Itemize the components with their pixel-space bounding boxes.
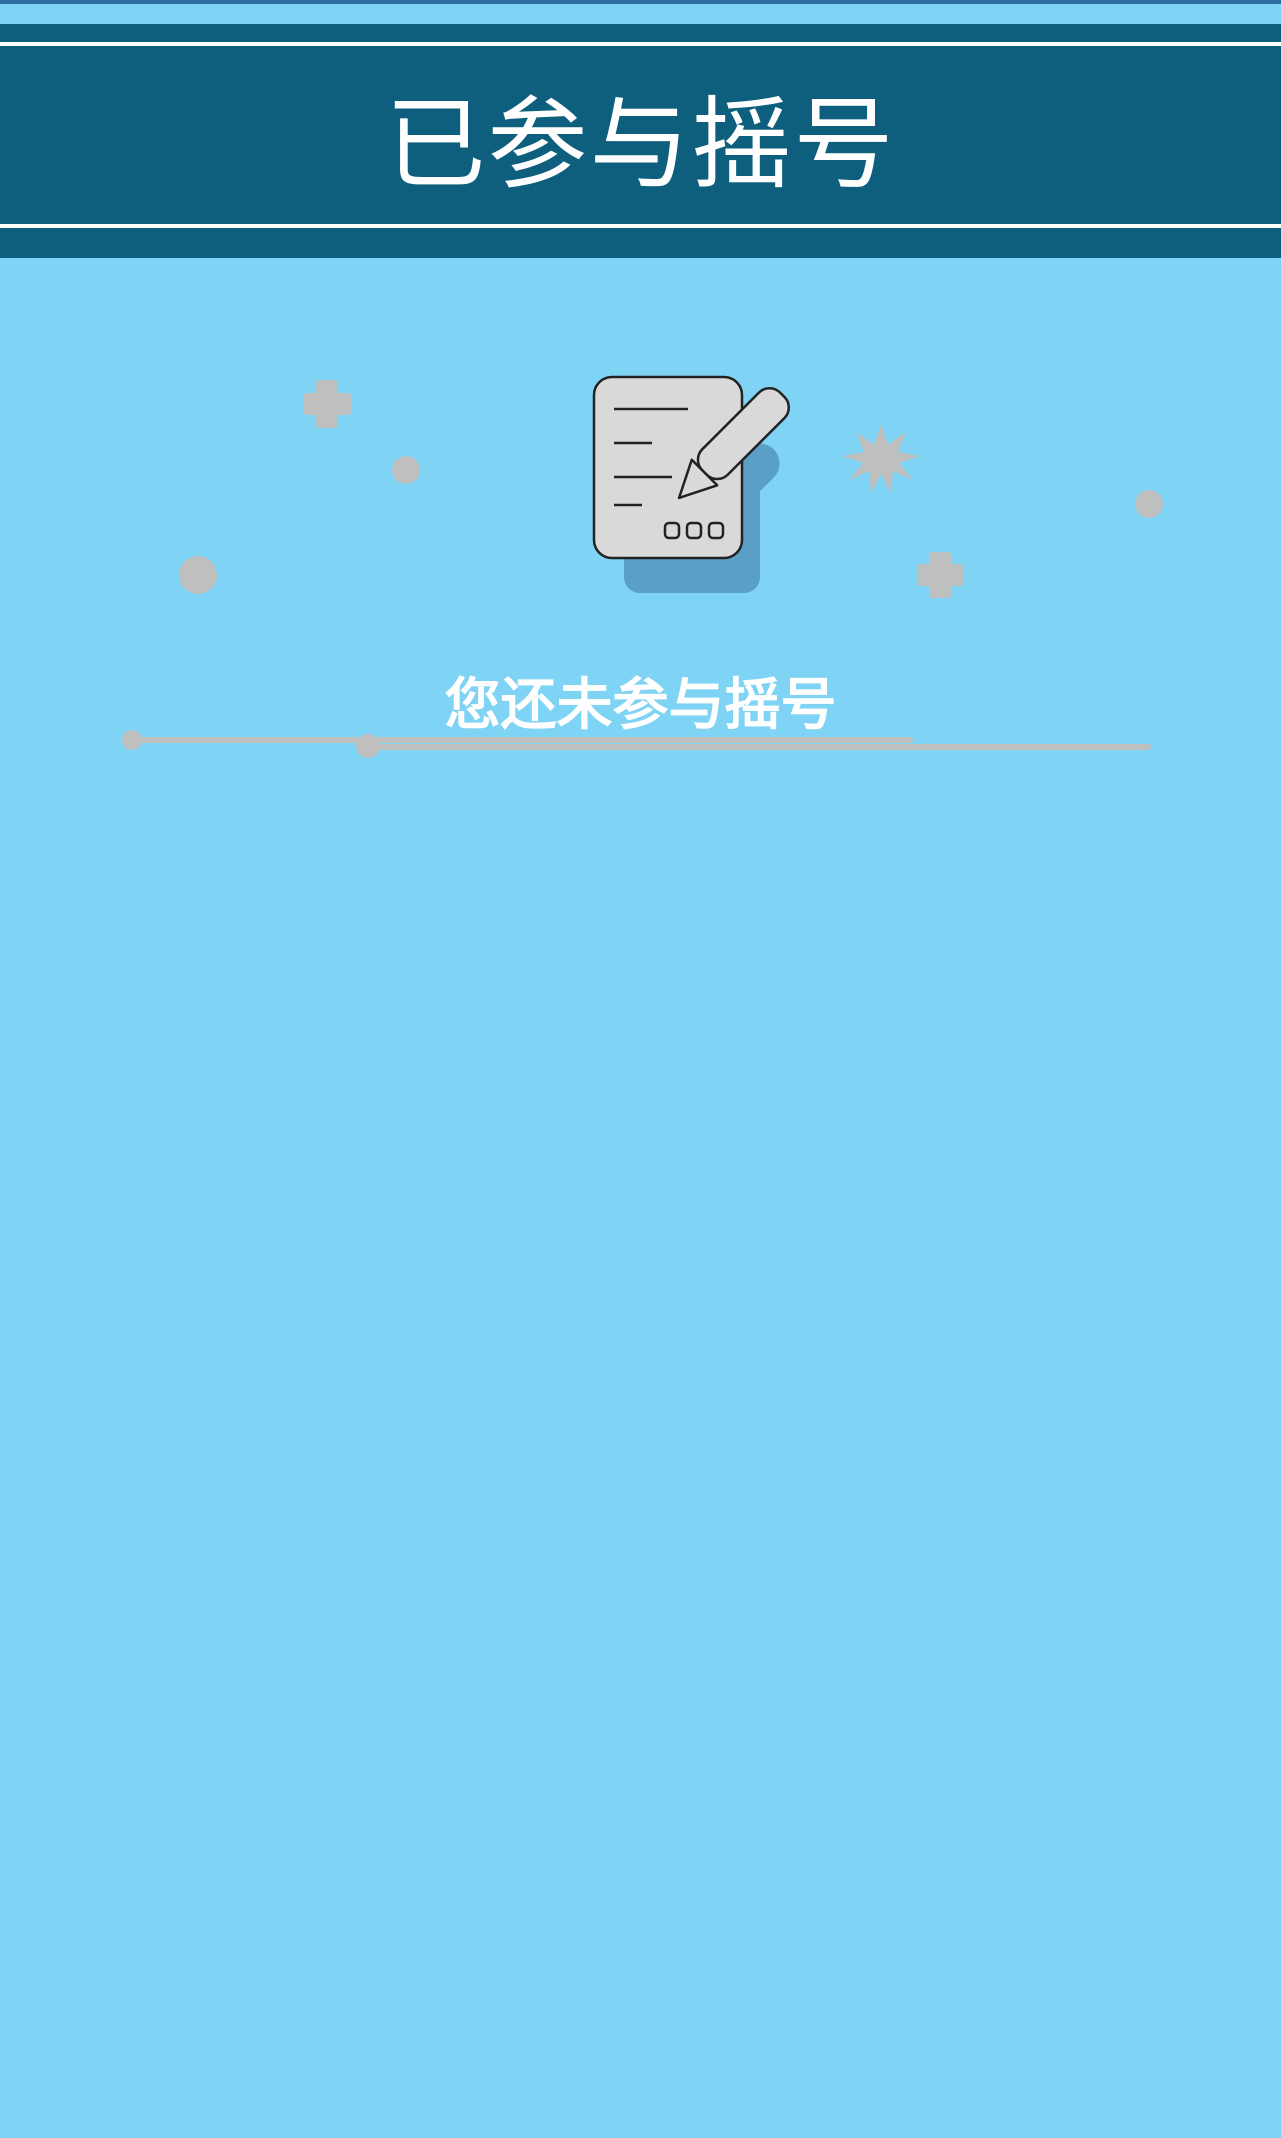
star-decoration-icon: [842, 424, 920, 493]
document-edit-icon: [592, 375, 791, 593]
plus-decoration-icon: [303, 380, 351, 428]
top-rule: [0, 0, 1281, 4]
dot-decoration-icon: [179, 556, 217, 594]
page-title: 已参与摇号: [385, 85, 896, 203]
page-header: 已参与摇号: [0, 24, 1281, 258]
dot-decoration-icon: [1135, 490, 1163, 518]
dot-decoration-icon: [392, 456, 420, 484]
header-bottom-line: [0, 224, 1281, 228]
empty-state-message: 您还未参与摇号: [444, 673, 837, 738]
plus-decoration-icon: [917, 552, 963, 598]
